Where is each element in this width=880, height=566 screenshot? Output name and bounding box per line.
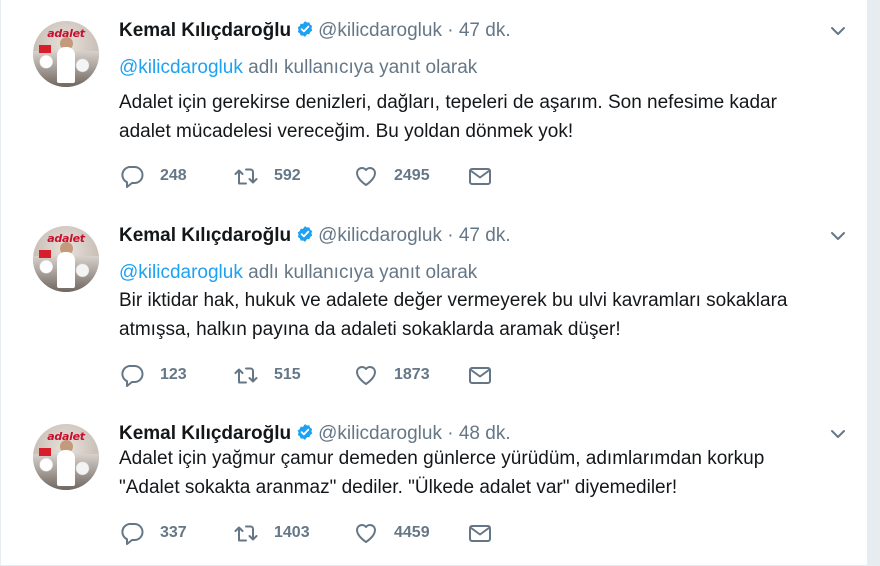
verified-badge-icon [297,21,313,37]
like-button[interactable]: 1873 [353,362,430,388]
avatar[interactable]: adalet [33,226,99,292]
avatar-logo-text: adalet [47,27,85,40]
like-button[interactable]: 4459 [353,520,430,546]
direct-message-button[interactable] [467,163,493,189]
like-count: 4459 [394,524,430,541]
retweet-icon [234,367,258,384]
tweet[interactable]: adalet Kemal Kılıçdaroğlu @kilicdarogluk … [1,0,867,206]
tweet-timeline: adalet Kemal Kılıçdaroğlu @kilicdarogluk … [0,0,867,566]
like-count: 1873 [394,366,430,383]
reply-context: @kilicdarogluk adlı kullanıcıya yanıt ol… [119,262,477,284]
reply-context-text: adlı kullanıcıya yanıt olarak [242,262,478,283]
tweet-text-line: "Adalet sokakta aranmaz" dediler. "Ülked… [119,477,678,498]
tweet-header: Kemal Kılıçdaroğlu @kilicdarogluk · 48 dk… [119,422,511,446]
reply-context-text: adlı kullanıcıya yanıt olarak [242,57,478,78]
tweet[interactable]: adalet Kemal Kılıçdaroğlu @kilicdarogluk … [1,205,867,404]
retweet-button[interactable]: 592 [233,163,301,189]
reply-icon [121,523,144,545]
display-name[interactable]: Kemal Kılıçdaroğlu [119,225,291,246]
retweet-count: 1403 [274,524,310,541]
heart-icon [356,366,376,385]
like-button[interactable]: 2495 [353,163,430,189]
reply-mention-link[interactable]: @kilicdarogluk [119,262,243,283]
tweet-text-line: Adalet için yağmur çamur demeden günlerc… [119,448,765,469]
avatar-logo-text: adalet [47,232,85,245]
reply-button[interactable]: 337 [119,520,187,546]
reply-icon [121,166,144,188]
display-name[interactable]: Kemal Kılıçdaroğlu [119,20,291,41]
reply-mention-link[interactable]: @kilicdarogluk [119,57,243,78]
avatar[interactable]: adalet [33,424,99,490]
chevron-down-icon[interactable] [829,425,847,443]
tweet-text-line: Bir iktidar hak, hukuk ve adalete değer … [119,290,788,311]
retweet-count: 592 [274,167,301,184]
avatar-logo-text: adalet [47,430,85,443]
display-name[interactable]: Kemal Kılıçdaroğlu [119,423,291,444]
heart-icon [356,167,376,186]
chevron-down-icon[interactable] [829,227,847,245]
tweet-text-line: adalet mücadelesi vereceğim. Bu yoldan d… [119,121,574,142]
reply-count: 123 [160,366,187,383]
tweet-header: Kemal Kılıçdaroğlu @kilicdarogluk · 47 dk… [119,19,511,43]
avatar[interactable]: adalet [33,21,99,87]
user-handle[interactable]: @kilicdarogluk [318,423,442,444]
tweet-timestamp[interactable]: 48 dk. [459,423,511,444]
retweet-count: 515 [274,366,301,383]
tweet-header: Kemal Kılıçdaroğlu @kilicdarogluk · 47 dk… [119,224,511,248]
tweet-timestamp[interactable]: 47 dk. [459,225,511,246]
tweet-timestamp[interactable]: 47 dk. [459,20,511,41]
tweet-text: Adalet için yağmur çamur demeden günlerc… [119,444,839,502]
retweet-button[interactable]: 515 [233,362,301,388]
direct-message-button[interactable] [467,520,493,546]
reply-count: 337 [160,524,187,541]
retweet-icon [234,168,258,185]
reply-context: @kilicdarogluk adlı kullanıcıya yanıt ol… [119,57,477,79]
tweet-text: Bir iktidar hak, hukuk ve adalete değer … [119,286,839,344]
tweet[interactable]: adalet Kemal Kılıçdaroğlu @kilicdarogluk … [1,403,867,566]
envelope-icon [469,168,491,185]
tweet-text-line: atmışsa, halkın payına da adaleti sokakl… [119,319,621,340]
like-count: 2495 [394,167,430,184]
reply-count: 248 [160,167,187,184]
reply-icon [121,365,144,387]
heart-icon [356,524,376,543]
chevron-down-icon[interactable] [829,22,847,40]
retweet-icon [234,525,258,542]
retweet-button[interactable]: 1403 [233,520,310,546]
user-handle[interactable]: @kilicdarogluk [318,20,442,41]
tweet-text-line: Adalet için gerekirse denizleri, dağları… [119,92,777,113]
separator-dot: · [447,225,454,246]
envelope-icon [469,525,491,542]
separator-dot: · [447,20,454,41]
envelope-icon [469,367,491,384]
verified-badge-icon [297,226,313,242]
reply-button[interactable]: 248 [119,163,187,189]
verified-badge-icon [297,424,313,440]
user-handle[interactable]: @kilicdarogluk [318,225,442,246]
reply-button[interactable]: 123 [119,362,187,388]
direct-message-button[interactable] [467,362,493,388]
tweet-text: Adalet için gerekirse denizleri, dağları… [119,88,839,146]
separator-dot: · [447,423,454,444]
